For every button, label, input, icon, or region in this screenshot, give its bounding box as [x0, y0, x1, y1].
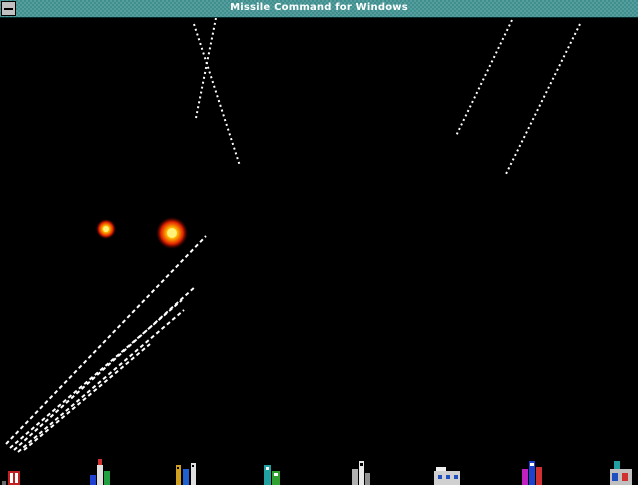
missile-trail [455, 19, 513, 137]
city-3 [172, 455, 202, 485]
missile-trail [13, 285, 197, 451]
missile-trail [17, 309, 185, 453]
missile-trail [195, 18, 217, 119]
city-8 [606, 455, 636, 485]
city-5 [346, 455, 376, 485]
city-1 [2, 455, 32, 485]
window-title: Missile Command for Windows [230, 2, 408, 13]
city-icon [434, 467, 460, 485]
city-icon [522, 461, 542, 485]
city-4 [258, 455, 288, 485]
explosion-icon [96, 219, 116, 239]
game-playfield[interactable] [0, 18, 638, 455]
title-bar[interactable]: Missile Command for Windows [0, 0, 638, 18]
playfield-canvas[interactable] [0, 18, 638, 455]
city-icon [90, 459, 110, 485]
city-icon [352, 461, 370, 485]
city-6 [432, 455, 462, 485]
city-icon [264, 465, 280, 485]
missile-trail [505, 23, 581, 175]
city-2 [86, 455, 116, 485]
missile-trail [193, 23, 241, 167]
missile-trail [5, 235, 207, 445]
city-icon [2, 471, 20, 485]
city-row [0, 455, 638, 485]
city-7 [518, 455, 548, 485]
game-window: Missile Command for Windows [0, 0, 638, 485]
missile-trail [23, 343, 151, 451]
city-icon [176, 463, 196, 485]
city-icon [610, 461, 632, 485]
explosion-icon [156, 217, 188, 249]
